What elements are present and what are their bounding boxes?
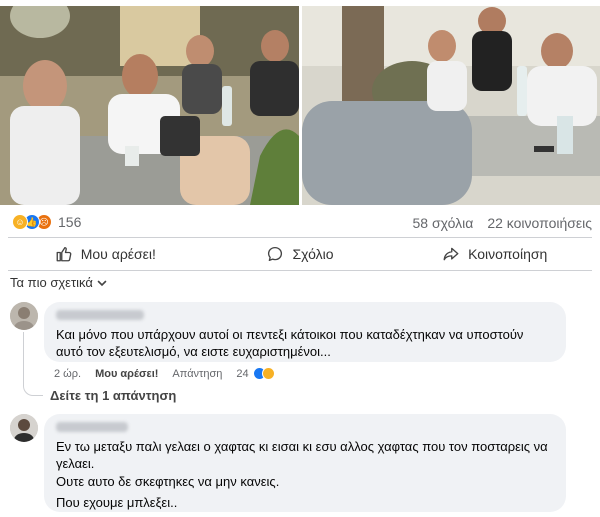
haha-reaction-icon: ☺ [12, 214, 28, 230]
comment-1-like-button[interactable]: Μου αρέσει! [95, 368, 158, 380]
view-replies-link[interactable]: Δείτε τη 1 απάντηση [50, 388, 176, 403]
comment-1-author-name-blurred[interactable] [56, 310, 144, 320]
comment-1-reply-button[interactable]: Απάντηση [172, 368, 222, 380]
comment-2-line-2: Ουτε αυτο δε σκεφτηκες να μην κανεις. [56, 474, 280, 489]
comment-1-text: Και μόνο που υπάρχουν αυτοί οι πεντεξι κ… [56, 327, 524, 359]
post-stats: ☺ 👍 ☹ 156 58 σχόλια 22 κοινοποιήσεις [0, 207, 600, 235]
comment-button[interactable]: Σχόλιο [203, 238, 398, 270]
thumbs-up-icon [56, 246, 72, 262]
share-button-label: Κοινοποίηση [468, 246, 548, 262]
comment-bubble-icon [268, 246, 283, 262]
comment-sort-label: Τα πιο σχετικά [10, 275, 93, 290]
comment-2-line-1: Εν τω μεταξυ παλι γελαει ο χαφτας κι εισ… [56, 439, 548, 471]
reaction-count[interactable]: 156 [58, 214, 81, 230]
post-photo-right[interactable] [302, 6, 600, 205]
chevron-down-icon [97, 280, 107, 286]
share-button[interactable]: Κοινοποίηση [397, 238, 592, 270]
shares-count[interactable]: 22 κοινοποιήσεις [487, 215, 592, 231]
like-button[interactable]: Μου αρέσει! [8, 238, 203, 270]
reaction-summary[interactable]: ☺ 👍 ☹ 156 [12, 213, 81, 231]
comment-2-avatar[interactable] [10, 414, 38, 442]
comment-1-time[interactable]: 2 ώρ. [54, 368, 81, 380]
comment-1-reactions[interactable] [252, 367, 275, 380]
sad-reaction-icon [261, 367, 275, 380]
share-arrow-icon [443, 247, 459, 261]
post-action-bar: Μου αρέσει! Σχόλιο Κοινοποίηση [8, 237, 592, 271]
comment-1-avatar[interactable] [10, 302, 38, 330]
comment-1-reaction-count[interactable]: 24 [236, 368, 248, 380]
post-photo-left[interactable] [0, 6, 299, 205]
comments-count[interactable]: 58 σχόλια [413, 215, 474, 231]
comment-2-author-name-blurred[interactable] [56, 422, 128, 432]
reply-thread-line [23, 332, 43, 396]
comment-button-label: Σχόλιο [292, 246, 334, 262]
view-replies-label: Δείτε τη 1 απάντηση [50, 388, 177, 403]
comment-1-meta: 2 ώρ. Μου αρέσει! Απάντηση 24 [54, 367, 275, 380]
comment-1-bubble: Και μόνο που υπάρχουν αυτοί οι πεντεξι κ… [44, 302, 566, 362]
post-photo-grid [0, 0, 600, 207]
comment-sort-dropdown[interactable]: Τα πιο σχετικά [10, 275, 107, 290]
comment-2-bubble: Εν τω μεταξυ παλι γελαει ο χαφτας κι εισ… [44, 414, 566, 512]
like-button-label: Μου αρέσει! [80, 246, 156, 262]
comment-2-line-3: Που εχουμε μπλεξει.. [56, 495, 178, 510]
